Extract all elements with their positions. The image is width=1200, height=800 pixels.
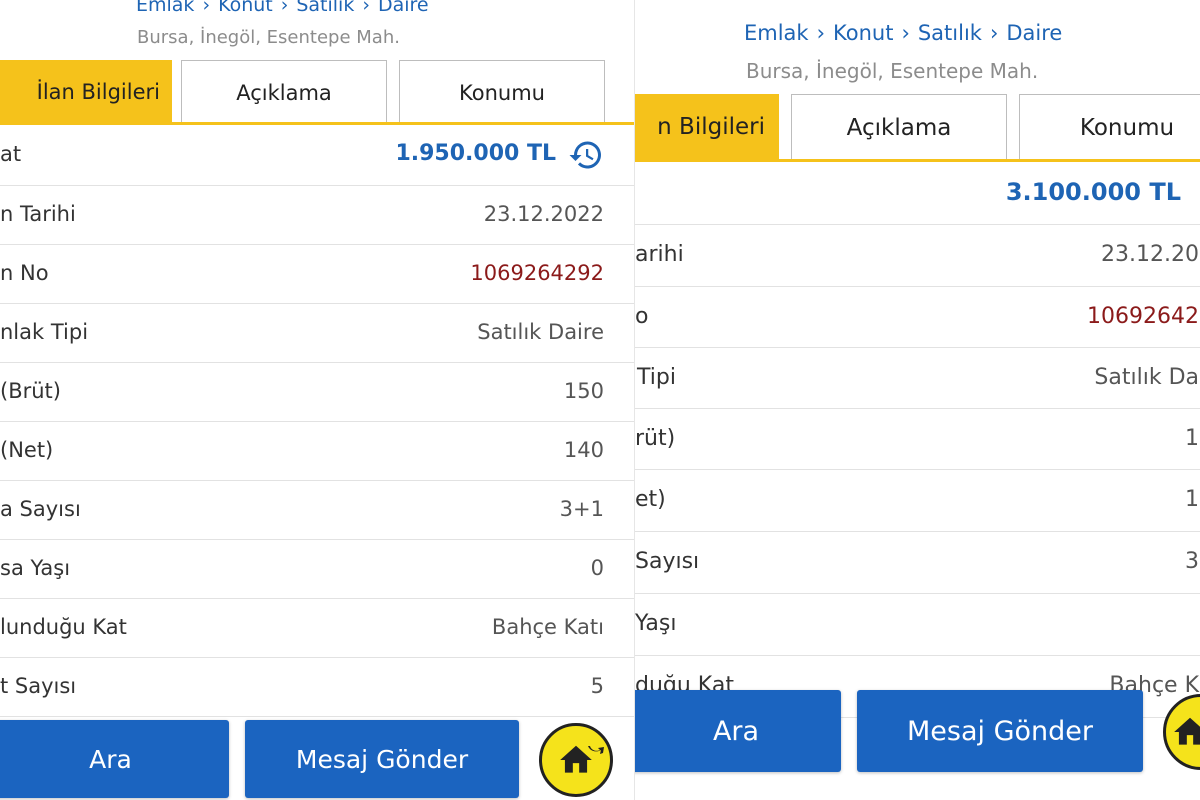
detail-row: sa Yaşı 0 bbox=[0, 540, 634, 599]
breadcrumb-separator: › bbox=[901, 21, 910, 45]
row-value: 23.12.2022 bbox=[483, 202, 604, 226]
home-icon bbox=[1174, 717, 1200, 745]
row-value: 23.12.20 bbox=[1101, 242, 1199, 267]
row-label: (Net) bbox=[0, 438, 54, 462]
breadcrumb-separator: › bbox=[816, 21, 825, 45]
listing-screen-right: Emlak › Konut › Satılık › Daire Bursa, İnegöl,… bbox=[634, 0, 1200, 800]
row-label: Yaşı bbox=[635, 611, 677, 636]
detail-row-price: 3.100.000 TL bbox=[635, 162, 1200, 225]
row-label: nlak Tipi bbox=[0, 320, 89, 344]
row-value: Satılık Daire bbox=[477, 320, 604, 344]
call-button[interactable]: Ara bbox=[0, 720, 229, 798]
breadcrumb: Emlak › Konut › Satılık › Daire bbox=[136, 0, 429, 16]
history-icon[interactable] bbox=[568, 137, 604, 173]
row-value: 3+1 bbox=[559, 497, 604, 521]
detail-row: rüt) 1 bbox=[635, 409, 1200, 470]
breadcrumb-separator: › bbox=[989, 21, 999, 45]
tab-konumu[interactable]: Konumu bbox=[399, 60, 605, 124]
detail-row: n Tarihi 23.12.2022 bbox=[0, 186, 634, 245]
row-value: 5 bbox=[590, 674, 604, 698]
send-message-button-label: Mesaj Gönder bbox=[906, 715, 1093, 747]
listing-screen-left: Emlak › Konut › Satılık › Daire Bursa, İnegöl,… bbox=[0, 0, 634, 800]
row-value: 150 bbox=[563, 379, 604, 403]
detail-row: lunduğu Kat Bahçe Katı bbox=[0, 599, 634, 658]
detail-row: (Brüt) 150 bbox=[0, 363, 634, 422]
breadcrumb-daire[interactable]: Daire bbox=[378, 0, 429, 16]
tab-underline bbox=[0, 122, 634, 125]
breadcrumb-satilik[interactable]: Satılık bbox=[918, 21, 982, 45]
row-value: 3 bbox=[1185, 549, 1199, 574]
breadcrumb-daire[interactable]: Daire bbox=[1006, 21, 1062, 45]
price-value: 1.950.000 TL bbox=[395, 141, 556, 166]
detail-row: o 10692642 bbox=[635, 287, 1200, 348]
row-value: Satılık Da bbox=[1094, 365, 1199, 390]
breadcrumb-separator: › bbox=[202, 0, 211, 16]
tab-ilan-bilgileri[interactable]: İlan Bilgileri bbox=[0, 60, 172, 124]
row-label: o bbox=[635, 304, 649, 329]
breadcrumb-konut[interactable]: Konut bbox=[833, 21, 893, 45]
tab-aciklama[interactable]: Açıklama bbox=[791, 94, 1007, 160]
row-label: Sayısı bbox=[635, 549, 700, 574]
row-label: n No bbox=[0, 261, 49, 285]
detail-row: arihi 23.12.20 bbox=[635, 225, 1200, 287]
detail-row: nlak Tipi Satılık Daire bbox=[0, 304, 634, 363]
listing-number: 10692642 bbox=[1087, 304, 1199, 329]
row-value: 0 bbox=[590, 556, 604, 580]
row-value: Bahçe Katı bbox=[491, 615, 604, 639]
detail-row: n No 1069264292 bbox=[0, 245, 634, 304]
call-button-label: Ara bbox=[89, 744, 132, 774]
row-label: Tipi bbox=[637, 365, 676, 390]
row-label: a Sayısı bbox=[0, 497, 81, 521]
call-button[interactable]: Ara bbox=[635, 690, 841, 772]
row-label: arihi bbox=[635, 242, 684, 267]
row-label: sa Yaşı bbox=[0, 556, 71, 580]
send-message-button-label: Mesaj Gönder bbox=[295, 744, 469, 774]
listing-number: 1069264292 bbox=[470, 261, 604, 285]
refresh-arrow-icon bbox=[588, 746, 604, 754]
location-text: Bursa, İnegöl, Esentepe Mah. bbox=[137, 27, 400, 48]
detail-row: a Sayısı 3+1 bbox=[0, 481, 634, 540]
breadcrumb-satilik[interactable]: Satılık bbox=[296, 0, 354, 16]
detail-row: Tipi Satılık Da bbox=[635, 348, 1200, 409]
row-value: 140 bbox=[563, 438, 604, 462]
breadcrumb-separator: › bbox=[280, 0, 289, 16]
breadcrumb-emlak[interactable]: Emlak bbox=[744, 21, 809, 45]
row-label: t Sayısı bbox=[0, 674, 77, 698]
tab-ilan-bilgileri[interactable]: n Bilgileri bbox=[635, 94, 779, 160]
row-label: (Brüt) bbox=[0, 379, 61, 403]
price-value: 3.100.000 TL bbox=[1005, 178, 1181, 206]
detail-row: Yaşı bbox=[635, 594, 1200, 656]
breadcrumb-konut[interactable]: Konut bbox=[218, 0, 273, 16]
tab-aciklama[interactable]: Açıklama bbox=[181, 60, 387, 124]
row-value: 1 bbox=[1185, 426, 1199, 451]
detail-row: (Net) 140 bbox=[0, 422, 634, 481]
call-button-label: Ara bbox=[712, 715, 760, 747]
detail-row-price: at 1.950.000 TL bbox=[0, 126, 634, 186]
row-label: rüt) bbox=[635, 426, 676, 451]
row-label: n Tarihi bbox=[0, 202, 76, 226]
row-label: lunduğu Kat bbox=[0, 615, 127, 639]
tab-konumu[interactable]: Konumu bbox=[1019, 94, 1200, 160]
row-value: 1 bbox=[1185, 487, 1199, 512]
breadcrumb: Emlak › Konut › Satılık › Daire bbox=[744, 21, 1062, 45]
detail-row: Sayısı 3 bbox=[635, 532, 1200, 594]
location-text: Bursa, İnegöl, Esentepe Mah. bbox=[746, 59, 1039, 83]
detail-row: et) 1 bbox=[635, 470, 1200, 532]
send-message-button[interactable]: Mesaj Gönder bbox=[245, 720, 519, 798]
send-message-button[interactable]: Mesaj Gönder bbox=[857, 690, 1143, 772]
row-label: at bbox=[0, 142, 22, 166]
row-label: et) bbox=[635, 487, 666, 512]
breadcrumb-emlak[interactable]: Emlak bbox=[136, 0, 194, 16]
detail-row: t Sayısı 5 bbox=[0, 658, 634, 717]
breadcrumb-separator: › bbox=[362, 0, 370, 16]
